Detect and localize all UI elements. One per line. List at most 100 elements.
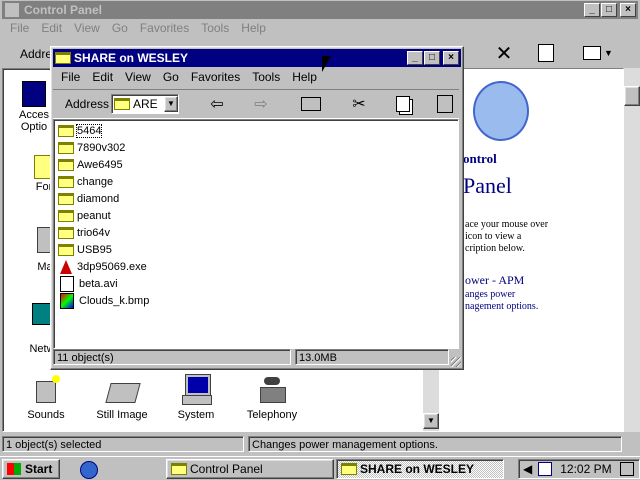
cp-item-sounds[interactable]: Sounds xyxy=(11,373,81,421)
share-status-count: 11 object(s) xyxy=(53,349,291,365)
file-item-exe[interactable]: 3dp95069.exe xyxy=(58,258,149,275)
file-item-label: USB95 xyxy=(77,243,112,256)
cp-item-telephony-label: Telephony xyxy=(246,409,298,421)
quicklaunch-ie-icon[interactable] xyxy=(80,461,98,479)
file-item-folder[interactable]: peanut xyxy=(58,207,149,224)
network-icon xyxy=(32,303,52,325)
back-arrow-icon[interactable]: ⇦ xyxy=(205,93,229,115)
control-panel-titlebar[interactable]: Control Panel _ □ × xyxy=(2,1,638,19)
paste-icon[interactable] xyxy=(433,93,457,115)
cp-item-telephony[interactable]: Telephony xyxy=(237,373,307,421)
cp-menu-tools[interactable]: Tools xyxy=(195,21,235,35)
telephone-icon xyxy=(256,373,288,405)
file-item-label: trio64v xyxy=(77,226,111,239)
cp-properties-icon[interactable] xyxy=(534,42,558,64)
file-item-avi[interactable]: beta.avi xyxy=(58,275,149,292)
share-minimize-button[interactable]: _ xyxy=(407,51,423,65)
volume-icon[interactable]: ◀ xyxy=(523,462,532,476)
control-panel-title: Control Panel xyxy=(24,3,103,17)
share-window: SHARE on WESLEY _ □ × File Edit View Go … xyxy=(50,46,464,370)
forward-arrow-icon[interactable]: ⇨ xyxy=(249,93,273,115)
cp-right-scroll-thumb[interactable] xyxy=(624,86,640,106)
file-item-label: 3dp95069.exe xyxy=(77,260,147,273)
cut-icon[interactable]: ✂ xyxy=(347,93,371,115)
address-dropdown-arrow[interactable]: ▼ xyxy=(164,96,178,112)
cp-maximize-button[interactable]: □ xyxy=(601,3,617,17)
file-item-bmp[interactable]: Clouds_k.bmp xyxy=(58,292,149,309)
video-file-icon xyxy=(60,275,74,292)
file-item-label: peanut xyxy=(77,209,111,222)
share-title: SHARE on WESLEY xyxy=(74,51,189,65)
cp-item-still-image-label: Still Image xyxy=(96,409,148,421)
share-maximize-button[interactable]: □ xyxy=(424,51,440,65)
task-share-wesley[interactable]: SHARE on WESLEY xyxy=(336,459,504,479)
cp-menu-favorites[interactable]: Favorites xyxy=(134,21,195,35)
cp-menu-view[interactable]: View xyxy=(68,21,106,35)
file-item-label: diamond xyxy=(77,192,120,205)
cp-menu-file[interactable]: File xyxy=(4,21,35,35)
folder-icon xyxy=(58,124,74,137)
address-folder-icon xyxy=(114,98,130,110)
share-menu-go[interactable]: Go xyxy=(157,70,185,84)
share-address-label: Address xyxy=(65,97,110,111)
task-cp-icon xyxy=(171,463,187,475)
file-item-folder[interactable]: diamond xyxy=(58,190,149,207)
cp-delete-icon[interactable]: ✕ xyxy=(492,42,516,65)
share-menu-edit[interactable]: Edit xyxy=(86,70,119,84)
cp-status-description: Changes power management options. xyxy=(248,436,622,452)
mouse-graphic-icon xyxy=(473,81,529,141)
file-item-folder[interactable]: 7890v302 xyxy=(58,139,149,156)
tray-app-icon[interactable] xyxy=(538,462,553,476)
cp-minimize-button[interactable]: _ xyxy=(584,3,600,17)
cp-right-scrollbar[interactable] xyxy=(624,68,640,432)
accessibility-icon xyxy=(22,81,46,107)
task-control-panel[interactable]: Control Panel xyxy=(166,459,334,479)
share-resize-grip[interactable] xyxy=(451,357,461,367)
share-close-button[interactable]: × xyxy=(443,51,459,65)
computer-icon xyxy=(180,373,212,405)
cp-item-still-image[interactable]: Still Image xyxy=(87,373,157,421)
file-item-folder[interactable]: Awe6495 xyxy=(58,156,149,173)
share-menu-help[interactable]: Help xyxy=(286,70,323,84)
share-menu-file[interactable]: File xyxy=(55,70,86,84)
cp-close-button[interactable]: × xyxy=(620,3,636,17)
tray-monitor-icon[interactable] xyxy=(619,462,634,476)
file-item-label: Clouds_k.bmp xyxy=(79,294,150,307)
folder-icon xyxy=(58,141,74,154)
cp-item-sounds-label: Sounds xyxy=(27,409,65,421)
file-item-label: Awe6495 xyxy=(77,158,123,171)
cp-info-link[interactable]: ower - APM xyxy=(465,273,524,288)
cp-info-heading2: Panel xyxy=(463,173,512,198)
bitmap-file-icon xyxy=(60,292,74,309)
cp-scroll-down-button[interactable]: ▼ xyxy=(423,413,439,429)
cp-address-label: Addre xyxy=(20,47,53,61)
share-menubar: File Edit View Go Favorites Tools Help xyxy=(55,68,323,86)
share-menu-view[interactable]: View xyxy=(119,70,157,84)
file-item-folder[interactable]: change xyxy=(58,173,149,190)
scanner-icon xyxy=(105,373,141,405)
file-item-label: beta.avi xyxy=(79,277,118,290)
cp-menu-go[interactable]: Go xyxy=(106,21,134,35)
cp-status-selected: 1 object(s) selected xyxy=(2,436,244,452)
share-titlebar[interactable]: SHARE on WESLEY _ □ × xyxy=(53,49,461,67)
file-item-folder[interactable]: 5464 xyxy=(58,122,149,139)
start-button[interactable]: Start xyxy=(2,459,60,479)
share-address-combo[interactable]: ARE ▼ xyxy=(111,94,179,114)
share-menu-tools[interactable]: Tools xyxy=(246,70,286,84)
copy-icon[interactable] xyxy=(391,93,415,115)
taskbar: Start Control Panel SHARE on WESLEY ◀ 12… xyxy=(0,456,640,480)
cp-item-system[interactable]: System xyxy=(161,373,231,421)
cp-info-heading1: ontrol xyxy=(463,151,497,166)
share-menu-favorites[interactable]: Favorites xyxy=(185,70,246,84)
control-panel-app-icon xyxy=(4,2,20,18)
share-file-list: 5464 7890v302 Awe6495 change diamond peanut tr… xyxy=(53,119,459,349)
cp-menu-edit[interactable]: Edit xyxy=(35,21,68,35)
file-item-label: 7890v302 xyxy=(77,141,126,154)
mouse-cursor-icon xyxy=(322,56,331,72)
file-item-folder[interactable]: trio64v xyxy=(58,224,149,241)
cp-menu-help[interactable]: Help xyxy=(235,21,272,35)
up-folder-icon[interactable] xyxy=(299,93,323,115)
file-item-folder[interactable]: USB95 xyxy=(58,241,149,258)
windows-logo-icon xyxy=(7,463,21,475)
cp-views-icon[interactable]: ▼ xyxy=(580,42,616,64)
